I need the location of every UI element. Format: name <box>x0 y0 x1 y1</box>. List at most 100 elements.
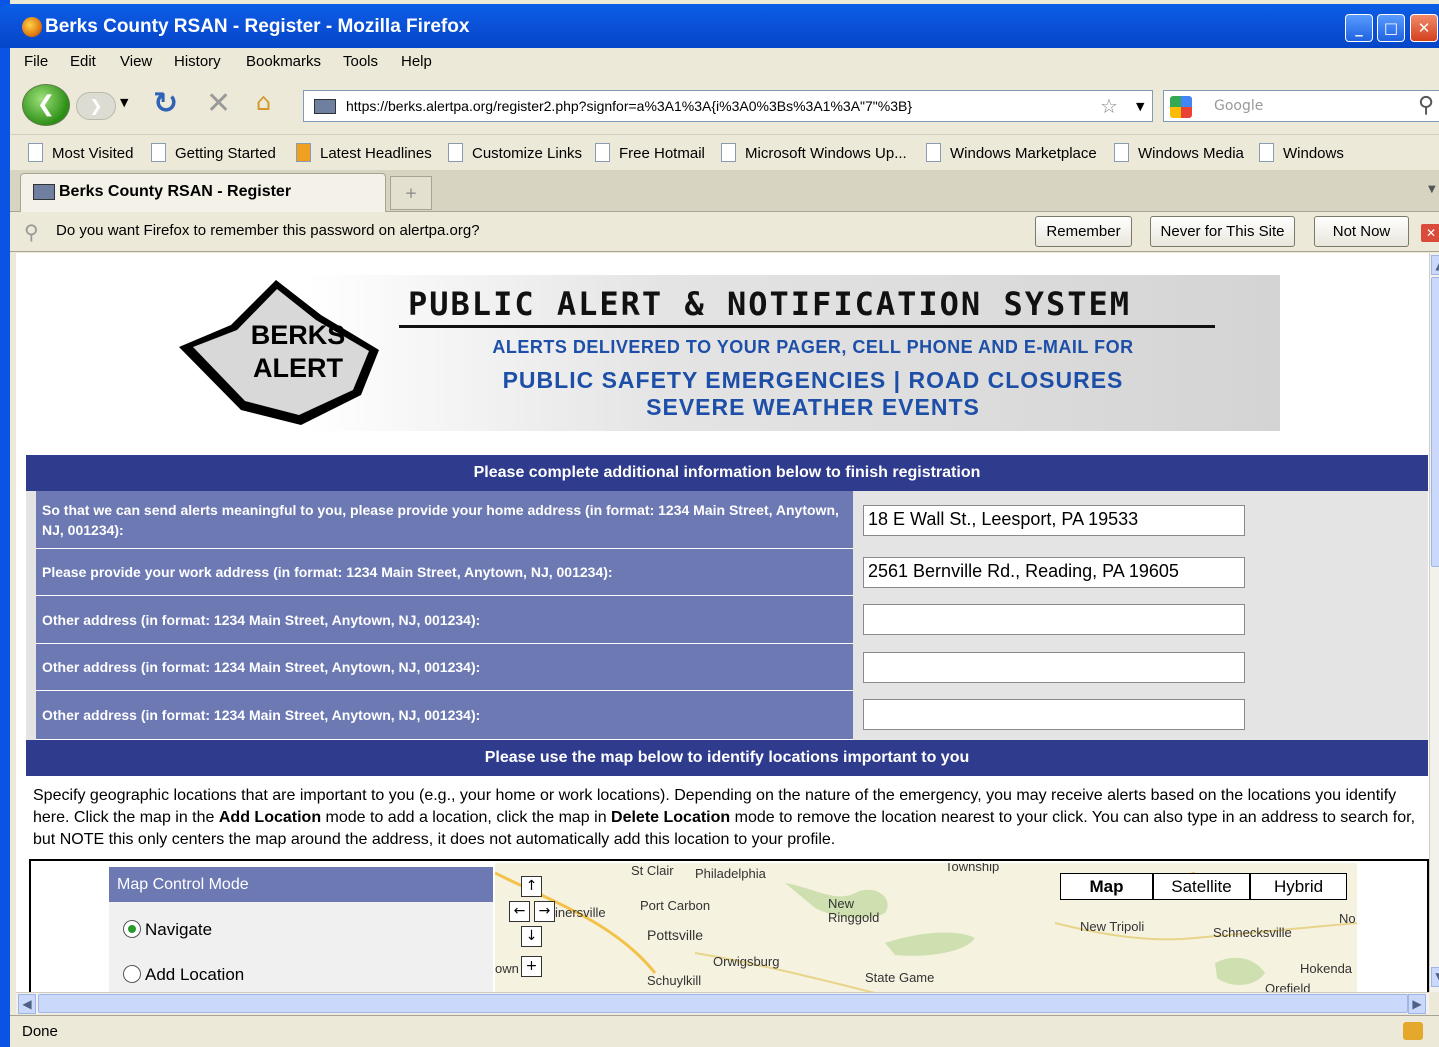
bookmark-label: Most Visited <box>52 145 134 162</box>
menu-file[interactable]: File <box>24 53 48 70</box>
bookmark-windows[interactable]: Windows <box>1259 143 1344 162</box>
home-address-label: So that we can send alerts meaningful to… <box>36 491 853 549</box>
rss-icon <box>296 143 311 162</box>
menu-tools[interactable]: Tools <box>343 53 378 70</box>
forward-button[interactable]: ❯ <box>76 92 116 120</box>
work-address-input[interactable]: 2561 Bernville Rd., Reading, PA 19605 <box>863 557 1245 588</box>
horizontal-scrollbar[interactable]: ◀ ▶ <box>16 992 1429 1014</box>
close-window-button[interactable]: ✕ <box>1410 14 1438 42</box>
maximize-button[interactable]: □ <box>1377 14 1405 42</box>
bookmark-windows-media[interactable]: Windows Media <box>1114 143 1244 162</box>
url-text[interactable]: https://berks.alertpa.org/register2.php?… <box>346 98 912 114</box>
bookmark-label: Latest Headlines <box>320 145 432 162</box>
minimize-button[interactable]: _ <box>1345 14 1373 42</box>
other-address-input-2[interactable] <box>863 652 1245 683</box>
bookmark-windows-update[interactable]: Microsoft Windows Up... <box>721 143 907 162</box>
map-label: No <box>1339 911 1356 926</box>
other-address-input-3[interactable] <box>863 699 1245 730</box>
vertical-scroll-thumb[interactable] <box>1431 277 1439 567</box>
scroll-left-icon[interactable]: ◀ <box>18 994 36 1014</box>
map-type-map[interactable]: Map <box>1060 873 1153 900</box>
navigate-option[interactable]: Navigate <box>123 920 212 940</box>
form-row-other-2: Other address (in format: 1234 Main Stre… <box>26 644 1428 691</box>
bookmark-icon <box>28 143 43 162</box>
tab-register[interactable]: Berks County RSAN - Register <box>20 173 386 212</box>
bookmark-latest-headlines[interactable]: Latest Headlines <box>296 143 432 162</box>
history-dropdown-icon[interactable]: ▼ <box>120 96 128 109</box>
home-icon[interactable]: ⌂ <box>256 88 271 116</box>
map-label: Orefield <box>1265 981 1311 992</box>
map-type-hybrid[interactable]: Hybrid <box>1250 873 1347 900</box>
back-button[interactable]: ❮ <box>22 84 70 126</box>
bookmark-label: Windows Media <box>1138 145 1244 162</box>
map-label: Hokenda <box>1300 961 1353 976</box>
new-tab-button[interactable]: + <box>390 176 432 210</box>
add-location-option[interactable]: Add Location <box>123 965 244 985</box>
url-bar[interactable]: https://berks.alertpa.org/register2.php?… <box>303 90 1153 122</box>
scroll-down-icon[interactable]: ▼ <box>1431 967 1439 987</box>
site-icon <box>33 184 55 200</box>
menu-bookmarks[interactable]: Bookmarks <box>246 53 321 70</box>
title-bar: Berks County RSAN - Register - Mozilla F… <box>0 4 1439 48</box>
pan-up-icon[interactable]: ↑ <box>521 876 542 897</box>
tab-list-icon[interactable]: ▼ <box>1428 184 1436 195</box>
map-type-satellite[interactable]: Satellite <box>1153 873 1250 900</box>
page-icon <box>1114 143 1129 162</box>
home-address-input[interactable]: 18 E Wall St., Leesport, PA 19533 <box>863 505 1245 536</box>
search-input[interactable]: Google <box>1214 98 1263 114</box>
add-location-label: Add Location <box>145 965 245 984</box>
url-dropdown-icon[interactable]: ▼ <box>1136 100 1144 113</box>
close-notification-icon[interactable]: ✕ <box>1421 224 1439 242</box>
page-icon <box>595 143 610 162</box>
bookmark-label: Getting Started <box>175 145 276 162</box>
pan-down-icon[interactable]: ↓ <box>521 926 542 947</box>
bookmark-most-visited[interactable]: Most Visited <box>28 143 133 162</box>
search-bar[interactable]: Google ⚲ <box>1163 90 1439 122</box>
map-container: Map Control Mode Navigate Add Location S… <box>29 859 1429 992</box>
pan-right-icon[interactable]: → <box>534 901 555 922</box>
add-location-radio[interactable] <box>123 965 141 983</box>
logo-text: BERKS ALERT <box>238 319 358 385</box>
bookmark-label: Windows Marketplace <box>950 145 1097 162</box>
status-bar: Done <box>10 1015 1439 1047</box>
map-label: State Game <box>865 970 935 985</box>
map-canvas[interactable]: St Clair Philadelphia Township inersvill… <box>495 863 1357 992</box>
stop-icon[interactable]: ✕ <box>206 86 231 121</box>
horizontal-scroll-thumb[interactable] <box>38 994 1408 1013</box>
scroll-right-icon[interactable]: ▶ <box>1408 994 1426 1014</box>
desc-part-2: mode to add a location, click the map in <box>321 809 612 826</box>
reload-icon[interactable]: ↻ <box>153 86 178 121</box>
scroll-up-icon[interactable]: ▲ <box>1431 255 1439 275</box>
password-notification-bar: ⚲ Do you want Firefox to remember this p… <box>10 212 1439 252</box>
zoom-in-icon[interactable]: + <box>521 956 542 977</box>
bookmark-getting-started[interactable]: Getting Started <box>151 143 276 162</box>
vertical-scrollbar[interactable]: ▲ ▼ <box>1429 253 1439 992</box>
site-icon <box>314 99 336 114</box>
bookmark-windows-marketplace[interactable]: Windows Marketplace <box>926 143 1097 162</box>
menu-edit[interactable]: Edit <box>70 53 96 70</box>
menu-view[interactable]: View <box>120 53 152 70</box>
bookmark-customize-links[interactable]: Customize Links <box>448 143 582 162</box>
pan-left-icon[interactable]: ← <box>509 901 530 922</box>
never-for-site-button[interactable]: Never for This Site <box>1150 216 1295 247</box>
form-row-home: So that we can send alerts meaningful to… <box>26 491 1428 549</box>
menu-help[interactable]: Help <box>401 53 432 70</box>
not-now-button[interactable]: Not Now <box>1314 216 1409 247</box>
menu-history[interactable]: History <box>174 53 221 70</box>
map-label: Township <box>945 863 1000 874</box>
map-label: Philadelphia <box>695 866 766 881</box>
navigate-radio[interactable] <box>123 920 141 938</box>
bookmark-free-hotmail[interactable]: Free Hotmail <box>595 143 705 162</box>
warning-icon[interactable] <box>1403 1022 1423 1040</box>
other-address-input-1[interactable] <box>863 604 1245 635</box>
map-control-panel: Map Control Mode Navigate Add Location <box>109 867 493 992</box>
remember-button[interactable]: Remember <box>1035 216 1132 247</box>
banner-line-2: PUBLIC SAFETY EMERGENCIES | ROAD CLOSURE… <box>502 367 1124 393</box>
form-row-other-3: Other address (in format: 1234 Main Stre… <box>26 691 1428 740</box>
logo-line-2: ALERT <box>253 353 343 383</box>
tab-title: Berks County RSAN - Register <box>59 183 292 200</box>
search-icon[interactable]: ⚲ <box>1418 93 1434 118</box>
other-address-label: Other address (in format: 1234 Main Stre… <box>36 691 853 740</box>
bookmark-star-icon[interactable]: ☆ <box>1100 94 1118 118</box>
google-icon[interactable] <box>1170 96 1192 118</box>
